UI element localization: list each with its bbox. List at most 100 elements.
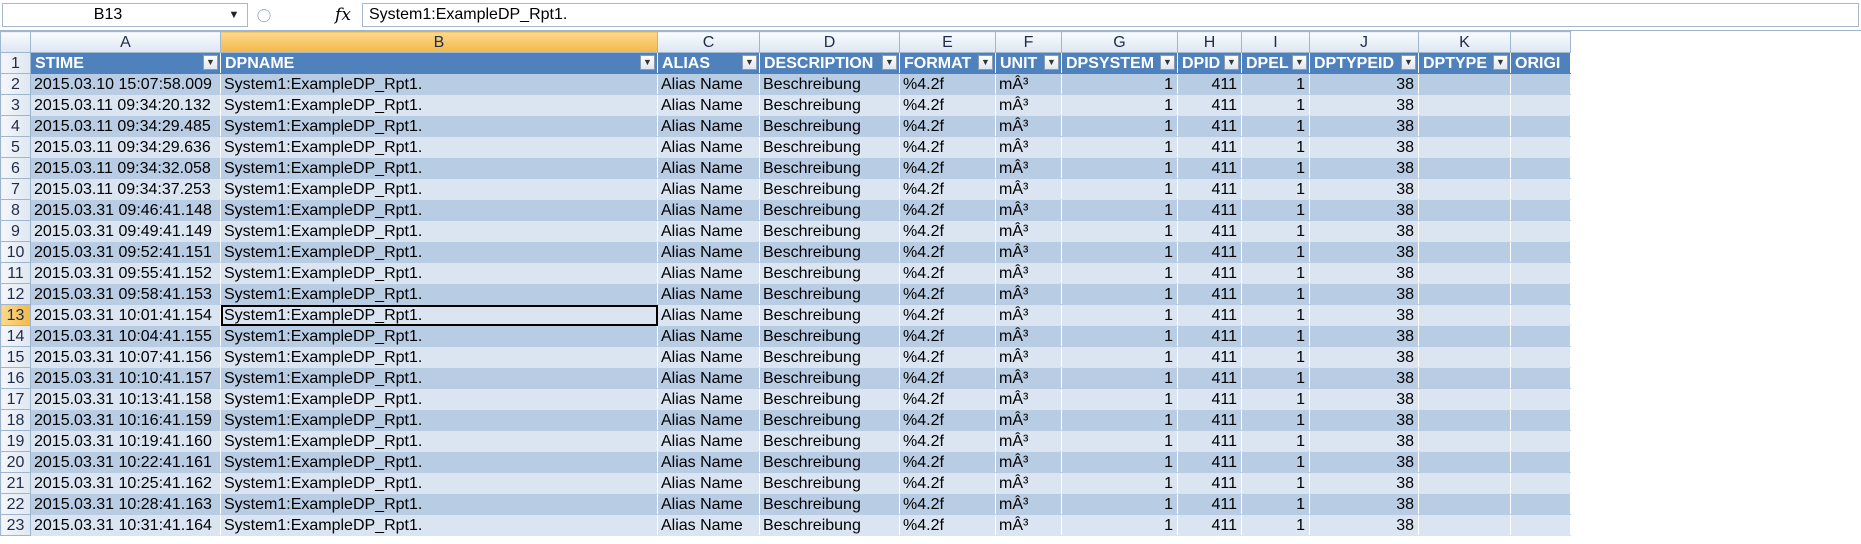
cell-dptypeid[interactable]: 38 <box>1309 367 1419 389</box>
cell-dptypeid[interactable]: 38 <box>1309 136 1419 158</box>
cell-unit[interactable]: mÂ³ <box>995 451 1062 473</box>
cell-dpid[interactable]: 411 <box>1177 73 1242 95</box>
column-header-i[interactable]: I <box>1241 31 1310 53</box>
header-cell-stime[interactable]: STIME ▼ <box>30 52 221 74</box>
cell-description[interactable]: Beschreibung <box>759 514 900 536</box>
cell-dpname[interactable]: System1:ExampleDP_Rpt1. <box>220 178 658 200</box>
cell-origin[interactable] <box>1510 493 1571 515</box>
cell-dpel[interactable]: 1 <box>1241 304 1310 326</box>
cell-origin[interactable] <box>1510 94 1571 116</box>
row-header[interactable]: 9 <box>0 220 31 242</box>
cell-dpel[interactable]: 1 <box>1241 346 1310 368</box>
cell-dpid[interactable]: 411 <box>1177 136 1242 158</box>
cell-format[interactable]: %4.2f <box>899 178 996 200</box>
cell-dptype[interactable] <box>1418 73 1511 95</box>
cell-dptype[interactable] <box>1418 94 1511 116</box>
column-header-c[interactable]: C <box>657 31 760 53</box>
cell-unit[interactable]: mÂ³ <box>995 325 1062 347</box>
cell-stime[interactable]: 2015.03.31 10:28:41.163 <box>30 493 221 515</box>
cell-dpsystem[interactable]: 1 <box>1061 220 1178 242</box>
cell-dpid[interactable]: 411 <box>1177 325 1242 347</box>
chevron-down-icon[interactable]: ▼ <box>227 4 241 26</box>
cell-alias[interactable]: Alias Name <box>657 115 760 137</box>
cell-alias[interactable]: Alias Name <box>657 493 760 515</box>
cell-stime[interactable]: 2015.03.31 10:31:41.164 <box>30 514 221 536</box>
filter-dropdown-icon[interactable]: ▼ <box>203 55 218 70</box>
cell-stime[interactable]: 2015.03.31 10:19:41.160 <box>30 430 221 452</box>
row-header[interactable]: 18 <box>0 409 31 431</box>
cell-dpname[interactable]: System1:ExampleDP_Rpt1. <box>220 115 658 137</box>
cell-dpid[interactable]: 411 <box>1177 472 1242 494</box>
cell-alias[interactable]: Alias Name <box>657 157 760 179</box>
column-header-e[interactable]: E <box>899 31 996 53</box>
cell-stime[interactable]: 2015.03.11 09:34:32.058 <box>30 157 221 179</box>
cell-dpname[interactable]: System1:ExampleDP_Rpt1. <box>220 472 658 494</box>
cell-dpname[interactable]: System1:ExampleDP_Rpt1. <box>220 241 658 263</box>
cell-alias[interactable]: Alias Name <box>657 325 760 347</box>
cell-dpid[interactable]: 411 <box>1177 262 1242 284</box>
column-header-g[interactable]: G <box>1061 31 1178 53</box>
cell-dpsystem[interactable]: 1 <box>1061 199 1178 221</box>
cell-dpsystem[interactable]: 1 <box>1061 304 1178 326</box>
cell-dptypeid[interactable]: 38 <box>1309 472 1419 494</box>
cell-dptypeid[interactable]: 38 <box>1309 220 1419 242</box>
cell-unit[interactable]: mÂ³ <box>995 388 1062 410</box>
row-header[interactable]: 19 <box>0 430 31 452</box>
cell-dpel[interactable]: 1 <box>1241 241 1310 263</box>
cell-format[interactable]: %4.2f <box>899 199 996 221</box>
header-cell-origi[interactable]: ORIGI <box>1510 52 1571 74</box>
cell-dptypeid[interactable]: 38 <box>1309 178 1419 200</box>
column-header-next[interactable] <box>1510 31 1571 53</box>
cell-dpsystem[interactable]: 1 <box>1061 325 1178 347</box>
cell-format[interactable]: %4.2f <box>899 157 996 179</box>
cell-dptypeid[interactable]: 38 <box>1309 514 1419 536</box>
cell-origin[interactable] <box>1510 157 1571 179</box>
cell-dpel[interactable]: 1 <box>1241 472 1310 494</box>
cell-dptype[interactable] <box>1418 409 1511 431</box>
cell-dptypeid[interactable]: 38 <box>1309 115 1419 137</box>
cell-dpname[interactable]: System1:ExampleDP_Rpt1. <box>220 199 658 221</box>
cell-alias[interactable]: Alias Name <box>657 262 760 284</box>
cell-dpel[interactable]: 1 <box>1241 493 1310 515</box>
cell-dpsystem[interactable]: 1 <box>1061 409 1178 431</box>
cell-origin[interactable] <box>1510 430 1571 452</box>
cell-dptype[interactable] <box>1418 283 1511 305</box>
cell-dptype[interactable] <box>1418 220 1511 242</box>
cell-format[interactable]: %4.2f <box>899 388 996 410</box>
cell-format[interactable]: %4.2f <box>899 451 996 473</box>
cell-description[interactable]: Beschreibung <box>759 430 900 452</box>
cell-dptype[interactable] <box>1418 472 1511 494</box>
cell-stime[interactable]: 2015.03.31 10:22:41.161 <box>30 451 221 473</box>
cell-alias[interactable]: Alias Name <box>657 409 760 431</box>
cell-description[interactable]: Beschreibung <box>759 493 900 515</box>
header-cell-format[interactable]: FORMAT ▼ <box>899 52 996 74</box>
cell-dpsystem[interactable]: 1 <box>1061 94 1178 116</box>
filter-dropdown-icon[interactable]: ▼ <box>640 55 655 70</box>
cell-dptype[interactable] <box>1418 367 1511 389</box>
cell-dptypeid[interactable]: 38 <box>1309 304 1419 326</box>
cell-dptypeid[interactable]: 38 <box>1309 493 1419 515</box>
cell-dpname[interactable]: System1:ExampleDP_Rpt1. <box>220 220 658 242</box>
cell-alias[interactable]: Alias Name <box>657 73 760 95</box>
cell-dpid[interactable]: 411 <box>1177 304 1242 326</box>
cell-alias[interactable]: Alias Name <box>657 241 760 263</box>
cell-unit[interactable]: mÂ³ <box>995 73 1062 95</box>
cell-format[interactable]: %4.2f <box>899 283 996 305</box>
cell-dptypeid[interactable]: 38 <box>1309 346 1419 368</box>
cell-dpsystem[interactable]: 1 <box>1061 241 1178 263</box>
cell-unit[interactable]: mÂ³ <box>995 115 1062 137</box>
filter-dropdown-icon[interactable]: ▼ <box>1224 55 1239 70</box>
cell-dpid[interactable]: 411 <box>1177 388 1242 410</box>
cell-stime[interactable]: 2015.03.31 09:55:41.152 <box>30 262 221 284</box>
cell-dpel[interactable]: 1 <box>1241 199 1310 221</box>
filter-dropdown-icon[interactable]: ▼ <box>1493 55 1508 70</box>
cell-dpel[interactable]: 1 <box>1241 115 1310 137</box>
cell-dptype[interactable] <box>1418 514 1511 536</box>
cell-format[interactable]: %4.2f <box>899 304 996 326</box>
cell-description[interactable]: Beschreibung <box>759 304 900 326</box>
cell-dpsystem[interactable]: 1 <box>1061 157 1178 179</box>
row-header[interactable]: 5 <box>0 136 31 158</box>
row-header[interactable]: 16 <box>0 367 31 389</box>
cell-dpid[interactable]: 411 <box>1177 178 1242 200</box>
cell-description[interactable]: Beschreibung <box>759 472 900 494</box>
